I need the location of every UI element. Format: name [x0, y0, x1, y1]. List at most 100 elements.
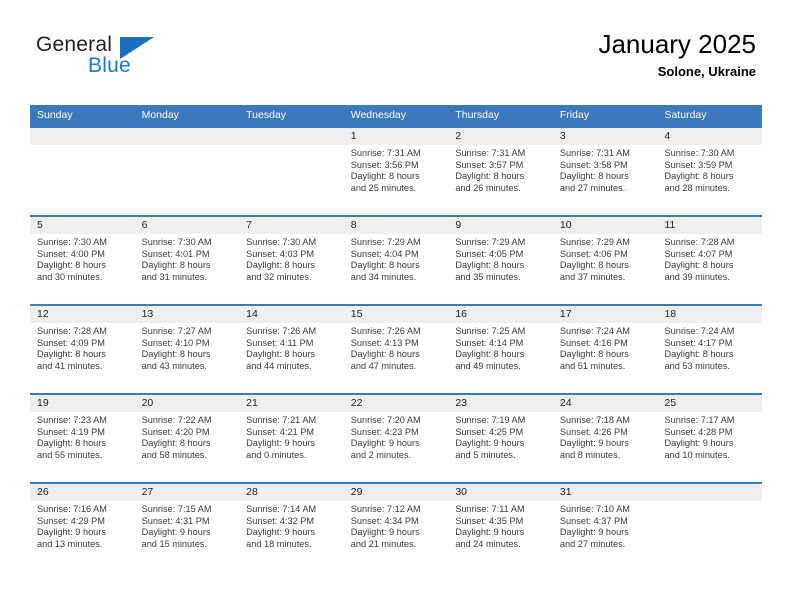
day-details: Sunrise: 7:31 AM Sunset: 3:56 PM Dayligh…: [344, 145, 449, 194]
day-cell[interactable]: 12 Sunrise: 7:28 AM Sunset: 4:09 PM Dayl…: [30, 306, 135, 393]
day-details: Sunrise: 7:24 AM Sunset: 4:16 PM Dayligh…: [553, 323, 658, 372]
sunset-text: Sunset: 3:57 PM: [455, 159, 524, 170]
daylight-text-line1: Daylight: 8 hours: [455, 349, 525, 360]
day-cell[interactable]: 22 Sunrise: 7:20 AM Sunset: 4:23 PM Dayl…: [343, 395, 449, 482]
sunset-text: Sunset: 4:16 PM: [559, 337, 628, 348]
day-cell[interactable]: [134, 128, 240, 215]
day-cell[interactable]: 28 Sunrise: 7:14 AM Sunset: 4:32 PM Dayl…: [239, 484, 344, 571]
day-cell[interactable]: 10 Sunrise: 7:29 AM Sunset: 4:06 PM Dayl…: [552, 217, 658, 304]
day-number: 27: [134, 484, 240, 501]
day-cell[interactable]: 2 Sunrise: 7:31 AM Sunset: 3:57 PM Dayli…: [448, 128, 553, 215]
sunrise-text: Sunrise: 7:17 AM: [664, 415, 735, 425]
daylight-text-line2: and 5 minutes.: [455, 449, 516, 460]
day-cell[interactable]: 24 Sunrise: 7:18 AM Sunset: 4:26 PM Dayl…: [552, 395, 658, 482]
day-number: 17: [552, 306, 658, 323]
sunrise-text: Sunrise: 7:22 AM: [141, 415, 212, 425]
day-number: 14: [239, 306, 344, 323]
sunset-text: Sunset: 4:34 PM: [350, 515, 419, 526]
day-number: 9: [448, 217, 553, 234]
sunset-text: Sunset: 3:58 PM: [559, 159, 628, 170]
general-blue-logo[interactable]: General Blue: [36, 33, 236, 89]
sunset-text: Sunset: 3:59 PM: [664, 159, 733, 170]
sunset-text: Sunset: 4:09 PM: [37, 337, 105, 348]
weekday-header-saturday: Saturday: [664, 109, 707, 121]
sunset-text: Sunset: 4:25 PM: [455, 426, 524, 437]
weekday-header-row: Sunday Monday Tuesday Wednesday Thursday…: [30, 105, 762, 126]
day-details: Sunrise: 7:18 AM Sunset: 4:26 PM Dayligh…: [553, 412, 658, 461]
day-cell[interactable]: 8 Sunrise: 7:29 AM Sunset: 4:04 PM Dayli…: [343, 217, 449, 304]
daylight-text-line2: and 28 minutes.: [664, 182, 730, 193]
daylight-text-line2: and 10 minutes.: [664, 449, 730, 460]
day-details: Sunrise: 7:25 AM Sunset: 4:14 PM Dayligh…: [448, 323, 553, 372]
day-cell[interactable]: 5 Sunrise: 7:30 AM Sunset: 4:00 PM Dayli…: [30, 217, 135, 304]
daylight-text-line2: and 32 minutes.: [246, 271, 312, 282]
daylight-text-line2: and 43 minutes.: [141, 360, 207, 371]
sunrise-text: Sunrise: 7:30 AM: [664, 148, 735, 158]
sunset-text: Sunset: 4:07 PM: [664, 248, 733, 259]
day-number: 12: [30, 306, 135, 323]
day-number: [134, 128, 240, 145]
sunset-text: Sunset: 4:17 PM: [664, 337, 733, 348]
day-number: 28: [239, 484, 344, 501]
sunset-text: Sunset: 4:20 PM: [141, 426, 210, 437]
sunset-text: Sunset: 4:19 PM: [37, 426, 105, 437]
daylight-text-line2: and 0 minutes.: [246, 449, 307, 460]
day-cell[interactable]: [30, 128, 135, 215]
sunset-text: Sunset: 4:05 PM: [455, 248, 524, 259]
daylight-text-line1: Daylight: 8 hours: [664, 349, 734, 360]
daylight-text-line2: and 47 minutes.: [350, 360, 417, 371]
day-cell[interactable]: 20 Sunrise: 7:22 AM Sunset: 4:20 PM Dayl…: [134, 395, 240, 482]
sunrise-text: Sunrise: 7:21 AM: [246, 415, 317, 425]
calendar-page: General Blue January 2025 Solone, Ukrain…: [0, 0, 792, 612]
daylight-text-line2: and 44 minutes.: [246, 360, 312, 371]
daylight-text-line1: Daylight: 9 hours: [664, 438, 734, 449]
day-cell[interactable]: 11 Sunrise: 7:28 AM Sunset: 4:07 PM Dayl…: [657, 217, 763, 304]
sunset-text: Sunset: 4:03 PM: [246, 248, 315, 259]
logo-text-blue: Blue: [88, 54, 131, 77]
daylight-text-line1: Daylight: 9 hours: [141, 527, 211, 538]
day-cell[interactable]: 25 Sunrise: 7:17 AM Sunset: 4:28 PM Dayl…: [657, 395, 763, 482]
day-details: Sunrise: 7:29 AM Sunset: 4:05 PM Dayligh…: [448, 234, 553, 283]
day-number: 24: [552, 395, 658, 412]
daylight-text-line2: and 49 minutes.: [455, 360, 521, 371]
day-number: 21: [239, 395, 344, 412]
day-cell[interactable]: [239, 128, 344, 215]
daylight-text-line1: Daylight: 8 hours: [559, 171, 629, 182]
sunrise-text: Sunrise: 7:28 AM: [37, 326, 107, 336]
daylight-text-line1: Daylight: 8 hours: [350, 171, 420, 182]
sunrise-text: Sunrise: 7:25 AM: [455, 326, 526, 336]
day-cell[interactable]: 3 Sunrise: 7:31 AM Sunset: 3:58 PM Dayli…: [552, 128, 658, 215]
day-cell[interactable]: 21 Sunrise: 7:21 AM Sunset: 4:21 PM Dayl…: [239, 395, 344, 482]
day-cell[interactable]: 16 Sunrise: 7:25 AM Sunset: 4:14 PM Dayl…: [448, 306, 553, 393]
day-number: 23: [448, 395, 553, 412]
day-cell[interactable]: 19 Sunrise: 7:23 AM Sunset: 4:19 PM Dayl…: [30, 395, 135, 482]
day-cell[interactable]: 31 Sunrise: 7:10 AM Sunset: 4:37 PM Dayl…: [552, 484, 658, 571]
daylight-text-line1: Daylight: 9 hours: [350, 438, 420, 449]
day-cell[interactable]: 1 Sunrise: 7:31 AM Sunset: 3:56 PM Dayli…: [343, 128, 449, 215]
day-cell[interactable]: 9 Sunrise: 7:29 AM Sunset: 4:05 PM Dayli…: [448, 217, 553, 304]
day-cell[interactable]: 7 Sunrise: 7:30 AM Sunset: 4:03 PM Dayli…: [239, 217, 344, 304]
day-cell[interactable]: 17 Sunrise: 7:24 AM Sunset: 4:16 PM Dayl…: [552, 306, 658, 393]
day-cell[interactable]: 26 Sunrise: 7:16 AM Sunset: 4:29 PM Dayl…: [30, 484, 135, 571]
day-cell[interactable]: 18 Sunrise: 7:24 AM Sunset: 4:17 PM Dayl…: [657, 306, 763, 393]
daylight-text-line1: Daylight: 8 hours: [559, 260, 629, 271]
day-cell[interactable]: 14 Sunrise: 7:26 AM Sunset: 4:11 PM Dayl…: [239, 306, 344, 393]
day-cell[interactable]: 13 Sunrise: 7:27 AM Sunset: 4:10 PM Dayl…: [134, 306, 240, 393]
sunrise-text: Sunrise: 7:26 AM: [350, 326, 421, 336]
sunrise-text: Sunrise: 7:15 AM: [141, 504, 212, 514]
daylight-text-line2: and 15 minutes.: [141, 538, 207, 549]
day-cell[interactable]: [657, 484, 763, 571]
sunset-text: Sunset: 4:29 PM: [37, 515, 105, 526]
day-cell[interactable]: 4 Sunrise: 7:30 AM Sunset: 3:59 PM Dayli…: [657, 128, 763, 215]
day-details: Sunrise: 7:29 AM Sunset: 4:04 PM Dayligh…: [344, 234, 449, 283]
day-cell[interactable]: 30 Sunrise: 7:11 AM Sunset: 4:35 PM Dayl…: [448, 484, 553, 571]
day-cell[interactable]: 15 Sunrise: 7:26 AM Sunset: 4:13 PM Dayl…: [343, 306, 449, 393]
day-number: [239, 128, 344, 145]
day-cell[interactable]: 6 Sunrise: 7:30 AM Sunset: 4:01 PM Dayli…: [134, 217, 240, 304]
day-details: Sunrise: 7:30 AM Sunset: 4:01 PM Dayligh…: [135, 234, 240, 283]
daylight-text-line1: Daylight: 8 hours: [37, 438, 106, 449]
day-cell[interactable]: 27 Sunrise: 7:15 AM Sunset: 4:31 PM Dayl…: [134, 484, 240, 571]
day-cell[interactable]: 29 Sunrise: 7:12 AM Sunset: 4:34 PM Dayl…: [343, 484, 449, 571]
day-details: Sunrise: 7:29 AM Sunset: 4:06 PM Dayligh…: [553, 234, 658, 283]
day-cell[interactable]: 23 Sunrise: 7:19 AM Sunset: 4:25 PM Dayl…: [448, 395, 553, 482]
